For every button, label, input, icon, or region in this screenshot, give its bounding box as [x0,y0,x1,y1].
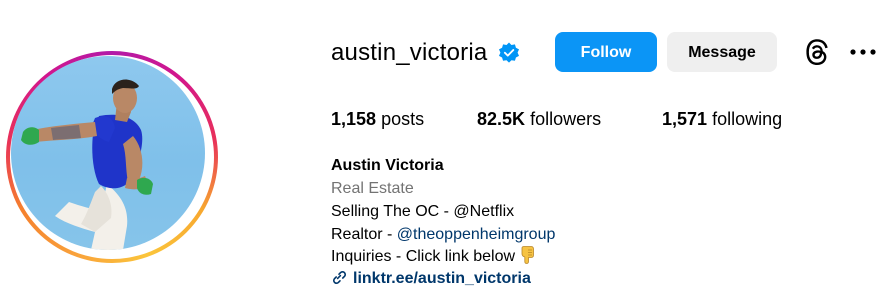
external-link-text: linktr.ee/austin_victoria [353,270,531,287]
mention-link[interactable]: @theoppenheimgroup [397,226,556,243]
posts-label: posts [381,109,425,129]
link-icon [332,270,347,285]
bio-line-3-text: Inquiries - Click link below [331,248,516,265]
bio-line-3: Inquiries - Click link below [331,246,535,268]
posts-number: 1,158 [331,109,377,129]
story-ring[interactable] [6,51,218,263]
followers-number: 82.5K [477,109,526,129]
category-label: Real Estate [331,180,414,197]
bio-line-1: Selling The OC - @Netflix [331,203,515,220]
following-link[interactable]: 1,571 following [662,107,782,131]
more-options-icon[interactable] [849,43,877,61]
avatar[interactable] [11,56,205,250]
posts-count: 1,158 posts [331,107,424,131]
followers-link[interactable]: 82.5K followers [477,107,601,131]
bio-line-2-prefix: Realtor - [331,226,397,243]
pointing-down-emoji [521,246,534,264]
threads-icon[interactable] [803,38,831,66]
verified-badge-icon [498,42,520,63]
bio-line-2: Realtor - @theoppenheimgroup [331,224,555,246]
message-button[interactable]: Message [667,32,777,72]
full-name: Austin Victoria [331,157,444,174]
followers-label: followers [530,109,602,129]
follow-button[interactable]: Follow [555,32,657,72]
profile-photo [21,79,153,250]
following-label: following [712,109,783,129]
following-number: 1,571 [662,109,708,129]
username: austin_victoria [331,39,488,66]
external-link[interactable]: linktr.ee/austin_victoria [331,268,531,290]
